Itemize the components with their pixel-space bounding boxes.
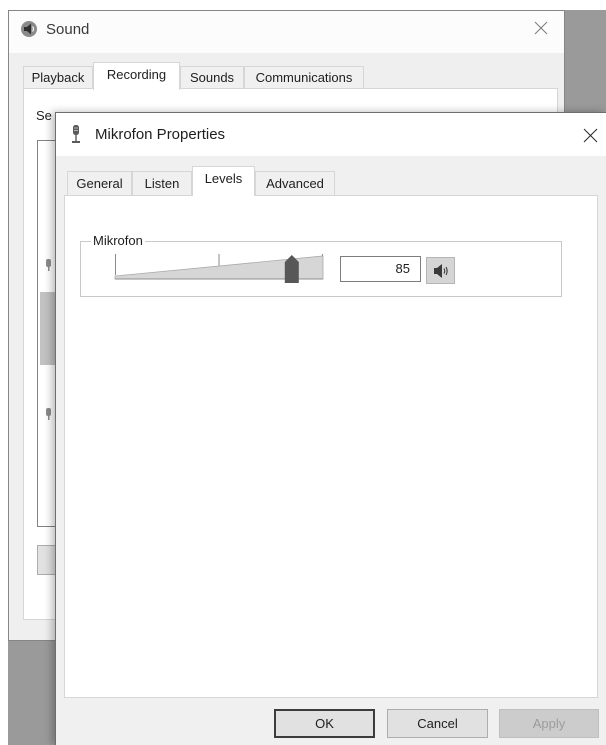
mikrofon-properties-dialog: Mikrofon Properties General Listen Level… [55, 112, 606, 745]
tab-communications[interactable]: Communications [244, 66, 364, 89]
close-icon[interactable] [583, 128, 598, 143]
tab-playback[interactable]: Playback [23, 66, 93, 89]
dialog-title: Mikrofon Properties [95, 126, 226, 143]
ok-button[interactable]: OK [274, 709, 375, 738]
group-label: Mikrofon [91, 233, 145, 249]
tab-general[interactable]: General [67, 171, 132, 195]
volume-slider[interactable] [114, 252, 326, 286]
microphone-icon [46, 259, 51, 271]
instruction-text: Se [36, 108, 52, 123]
speaker-icon [434, 264, 448, 278]
window-title: Sound [46, 21, 90, 38]
tab-sounds[interactable]: Sounds [180, 66, 244, 89]
apply-button[interactable]: Apply [499, 709, 599, 738]
dialog-title-bar[interactable]: Mikrofon Properties [56, 113, 606, 156]
tab-listen[interactable]: Listen [132, 171, 192, 195]
close-icon[interactable] [534, 21, 548, 35]
levels-tab-panel: Mikrofon 85 [64, 195, 598, 698]
tab-recording[interactable]: Recording [93, 62, 180, 90]
mute-button[interactable] [426, 257, 455, 284]
sound-title-bar[interactable]: Sound [9, 11, 564, 53]
tab-levels[interactable]: Levels [192, 166, 255, 196]
speaker-icon [21, 21, 37, 37]
microphone-icon [72, 125, 80, 143]
tab-advanced[interactable]: Advanced [255, 171, 335, 195]
microphone-icon [46, 408, 51, 420]
cancel-button[interactable]: Cancel [387, 709, 488, 738]
volume-value-field[interactable]: 85 [340, 256, 421, 282]
